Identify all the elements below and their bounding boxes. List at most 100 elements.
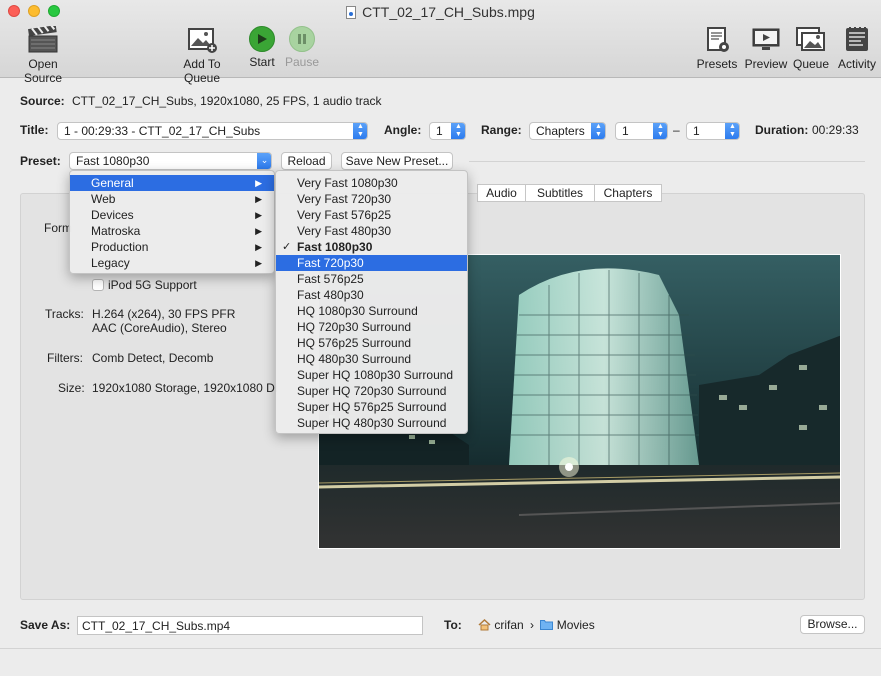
ipod-5g-checkbox[interactable] <box>92 279 104 291</box>
photo-stack-icon <box>796 27 825 51</box>
menu-item-preset[interactable]: Super HQ 480p30 Surround <box>276 415 467 431</box>
checkmark-icon: ✓ <box>282 241 292 253</box>
menu-item-web[interactable]: Web ▶ <box>70 191 274 207</box>
preset-popup-value: Fast 1080p30 <box>76 154 150 168</box>
title-label: Title: <box>20 123 49 137</box>
range-label: Range: <box>481 123 522 137</box>
tab-audio[interactable]: Audio <box>477 184 526 202</box>
menu-item-preset[interactable]: Fast 480p30 <box>276 287 467 303</box>
preview-button[interactable]: Preview <box>743 26 789 71</box>
save-new-preset-button[interactable]: Save New Preset... <box>341 152 453 170</box>
presets-button[interactable]: Presets <box>695 26 739 71</box>
save-as-field[interactable]: CTT_02_17_CH_Subs.mp4 <box>77 616 423 635</box>
tab-chapters[interactable]: Chapters <box>594 184 662 202</box>
menu-item-devices[interactable]: Devices ▶ <box>70 207 274 223</box>
monitor-play-icon <box>752 28 780 50</box>
general-presets-menu: Very Fast 1080p30 Very Fast 720p30 Very … <box>275 170 468 434</box>
queue-label: Queue <box>792 57 830 71</box>
range-end-value: 1 <box>693 124 700 138</box>
menu-item-general[interactable]: General ▶ <box>70 175 274 191</box>
title-bar: CTT_02_17_CH_Subs.mpg Open Source Add To… <box>0 0 881 85</box>
menu-item-preset[interactable]: Very Fast 480p30 <box>276 223 467 239</box>
open-source-label: Open Source <box>23 57 63 85</box>
document-icon <box>346 6 357 19</box>
menu-item-preset-highlighted[interactable]: Fast 720p30 <box>276 255 467 271</box>
submenu-arrow-icon: ▶ <box>255 258 262 268</box>
path-folder-label: Movies <box>556 618 595 632</box>
menu-item-preset[interactable]: Very Fast 576p25 <box>276 207 467 223</box>
tracks-audio: AAC (CoreAudio), Stereo <box>92 321 227 335</box>
divider <box>469 161 865 162</box>
to-label: To: <box>444 618 462 632</box>
angle-popup[interactable]: 1 ▲ ▼ <box>429 122 466 140</box>
range-start-popup[interactable]: 1 ▲ ▼ <box>615 122 668 140</box>
menu-item-preset[interactable]: Super HQ 1080p30 Surround <box>276 367 467 383</box>
activity-label: Activity <box>837 57 876 71</box>
menu-item-preset-checked[interactable]: ✓ Fast 1080p30 <box>276 239 467 255</box>
destination-path[interactable]: crifan › Movies <box>478 618 595 634</box>
pause-icon <box>289 26 315 52</box>
path-separator: › <box>530 618 535 632</box>
menu-item-preset[interactable]: Super HQ 720p30 Surround <box>276 383 467 399</box>
submenu-arrow-icon: ▶ <box>255 194 262 204</box>
browse-button[interactable]: Browse... <box>800 615 865 634</box>
title-popup-value: 1 - 00:29:33 - CTT_02_17_CH_Subs <box>64 124 261 138</box>
submenu-arrow-icon: ▶ <box>255 178 262 188</box>
popup-arrows-icon: ▲ ▼ <box>653 123 667 139</box>
pause-button[interactable]: Pause <box>284 26 320 69</box>
ipod-5g-label: iPod 5G Support <box>108 278 197 292</box>
duration-value: 00:29:33 <box>812 123 859 137</box>
tracks-label: Tracks: <box>45 307 84 321</box>
tab-subtitles[interactable]: Subtitles <box>525 184 595 202</box>
submenu-arrow-icon: ▶ <box>255 242 262 252</box>
preset-label: Preset: <box>20 154 61 168</box>
pause-label: Pause <box>284 55 320 69</box>
popup-arrows-icon: ▲ ▼ <box>451 123 465 139</box>
reload-button[interactable]: Reload <box>281 152 332 170</box>
menu-item-preset[interactable]: HQ 576p25 Surround <box>276 335 467 351</box>
popup-arrows-icon: ▲ ▼ <box>353 123 367 139</box>
bottom-divider <box>0 648 881 649</box>
title-popup[interactable]: 1 - 00:29:33 - CTT_02_17_CH_Subs ▲ ▼ <box>57 122 368 140</box>
menu-item-preset[interactable]: Fast 576p25 <box>276 271 467 287</box>
range-type-popup[interactable]: Chapters ▲ ▼ <box>529 122 606 140</box>
open-source-button[interactable]: Open Source <box>8 26 78 85</box>
range-dash: – <box>673 123 680 137</box>
photo-add-icon <box>188 28 217 53</box>
submenu-arrow-icon: ▶ <box>255 210 262 220</box>
add-to-queue-button[interactable]: Add To Queue <box>164 26 240 85</box>
menu-item-preset[interactable]: Very Fast 720p30 <box>276 191 467 207</box>
menu-item-preset[interactable]: HQ 1080p30 Surround <box>276 303 467 319</box>
size-label: Size: <box>58 381 85 395</box>
angle-popup-value: 1 <box>436 124 443 138</box>
submenu-arrow-icon: ▶ <box>255 226 262 236</box>
preset-category-menu: General ▶ Web ▶ Devices ▶ Matroska ▶ Product… <box>69 170 275 274</box>
chevron-down-icon: ⌄ <box>257 153 271 169</box>
menu-item-production[interactable]: Production ▶ <box>70 239 274 255</box>
size-value: 1920x1080 Storage, 1920x1080 Dis <box>92 381 278 395</box>
popup-arrows-icon: ▲ ▼ <box>591 123 605 139</box>
path-home-label: crifan <box>494 618 524 632</box>
queue-button[interactable]: Queue <box>792 26 830 71</box>
source-label: Source: <box>20 94 65 108</box>
menu-item-legacy[interactable]: Legacy ▶ <box>70 255 274 271</box>
menu-item-preset[interactable]: Super HQ 576p25 Surround <box>276 399 467 415</box>
window-title: CTT_02_17_CH_Subs.mpg <box>0 4 881 20</box>
activity-button[interactable]: Activity <box>835 26 879 71</box>
start-button[interactable]: Start <box>245 26 279 69</box>
range-start-value: 1 <box>622 124 629 138</box>
range-end-popup[interactable]: 1 ▲ ▼ <box>686 122 740 140</box>
preset-popup[interactable]: Fast 1080p30 ⌄ <box>69 152 272 170</box>
play-icon <box>249 26 275 52</box>
filters-label: Filters: <box>47 351 83 365</box>
menu-item-preset[interactable]: HQ 480p30 Surround <box>276 351 467 367</box>
tracks-video: H.264 (x264), 30 FPS PFR <box>92 307 236 321</box>
log-icon <box>846 27 868 51</box>
preview-label: Preview <box>744 57 788 71</box>
clapperboard-icon <box>28 26 58 53</box>
menu-item-matroska[interactable]: Matroska ▶ <box>70 223 274 239</box>
format-label: Form <box>44 221 72 235</box>
add-to-queue-label: Add To Queue <box>183 57 221 85</box>
menu-item-preset[interactable]: HQ 720p30 Surround <box>276 319 467 335</box>
menu-item-preset[interactable]: Very Fast 1080p30 <box>276 175 467 191</box>
